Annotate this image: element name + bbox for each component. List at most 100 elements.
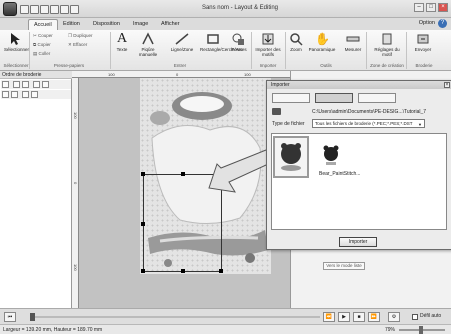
rectangle-button[interactable]: Rectangle/Cercle/Arc	[200, 32, 243, 52]
magnifier-icon	[290, 33, 303, 46]
folder-path: C:\Users\admin\Documents\PE-DESIG...\Tut…	[312, 109, 427, 115]
undo-icon[interactable]	[50, 4, 59, 14]
pan-button[interactable]: ✋ Panoramique	[306, 32, 338, 52]
close-icon[interactable]: ×	[438, 3, 448, 12]
group-label: Importer	[259, 63, 277, 68]
slider-knob[interactable]	[30, 313, 35, 321]
group-icon[interactable]	[13, 81, 20, 88]
move-up-icon[interactable]	[2, 91, 9, 98]
ruler-icon	[346, 36, 360, 42]
help-icon[interactable]: ?	[438, 19, 447, 28]
ribbon: Sélectionner ✂ Couper ⧉ Copier ▤ Coller …	[0, 30, 451, 71]
stitch-icon	[142, 32, 154, 45]
shapes-button[interactable]: Formes	[230, 32, 248, 52]
import-patterns-button[interactable]: Importer des motifs	[254, 32, 282, 57]
tab-disposition[interactable]: Disposition	[88, 19, 125, 30]
open-icon[interactable]	[30, 4, 39, 14]
status-text: Largeur = 139.20 mm, Hauteur = 189.70 mm	[3, 327, 103, 333]
zoom-label: Zoom	[290, 47, 302, 52]
import-button[interactable]: Importer	[339, 237, 377, 247]
import-from-file-button[interactable]	[272, 93, 310, 103]
measure-button[interactable]: Mesurer	[342, 32, 364, 52]
tab-edition[interactable]: Edition	[58, 19, 85, 30]
edit-icon[interactable]	[31, 91, 38, 98]
measure-label: Mesurer	[344, 47, 362, 52]
group-label: Presse-papiers	[53, 63, 85, 68]
folder-icon[interactable]	[272, 108, 281, 115]
paste-button[interactable]: ▤ Coller	[33, 51, 50, 57]
erase-button[interactable]: ✕ Effacer	[68, 42, 87, 48]
save-icon[interactable]	[40, 4, 49, 14]
close-icon[interactable]: ×	[444, 82, 450, 88]
file-type-select[interactable]: Tous les fichiers de broderie (*.PEC;*.P…	[312, 119, 425, 128]
file-type-value: Tous les fichiers de broderie (*.PEC;*.P…	[315, 121, 413, 126]
play-icon[interactable]: ▶	[338, 312, 350, 322]
app-menu-button[interactable]	[3, 2, 17, 16]
pan-label: Panoramique	[308, 47, 336, 52]
move-down-icon[interactable]	[11, 91, 18, 98]
line-zone-label: Ligne/Zone	[170, 47, 194, 52]
slider-knob[interactable]	[419, 326, 423, 334]
window-controls: – □ ×	[414, 3, 448, 12]
status-bar: Largeur = 139.20 mm, Hauteur = 189.70 mm…	[0, 324, 451, 334]
import-from-card-button[interactable]	[358, 93, 396, 103]
import-dialog: Importer × C:\Users\admin\Documents\PE-D…	[266, 80, 451, 250]
progress-slider[interactable]	[30, 313, 320, 321]
group-label: Outils	[320, 63, 332, 68]
cut-button[interactable]: ✂ Couper	[33, 33, 53, 39]
group-label: Entrer	[173, 63, 187, 68]
new-icon[interactable]	[20, 4, 29, 14]
select-label: Sélectionner	[4, 47, 30, 52]
line-zone-button[interactable]: Ligne/Zone	[168, 32, 196, 52]
option-menu[interactable]: Option	[419, 20, 435, 26]
sort-icon[interactable]	[2, 81, 9, 88]
tab-image[interactable]: Image	[128, 19, 153, 30]
line-icon	[175, 33, 189, 45]
manual-stitch-button[interactable]: Piqûre manuelle	[134, 32, 162, 57]
panel-title: Ordre de broderie	[0, 71, 72, 79]
select-button[interactable]: Sélectionner	[4, 32, 30, 52]
maximize-icon[interactable]: □	[426, 3, 436, 12]
paste-label: Coller	[38, 51, 51, 56]
copy-button[interactable]: ⧉ Copier	[33, 42, 51, 47]
pattern-settings-button[interactable]: Réglages du motif	[372, 32, 402, 57]
stitch-order-icon[interactable]	[42, 81, 49, 88]
hand-icon: ✋	[315, 32, 330, 46]
ungroup-icon[interactable]	[22, 81, 29, 88]
zoom-button[interactable]: Zoom	[288, 32, 304, 52]
tab-accueil[interactable]: Accueil	[28, 19, 58, 30]
file-thumbnail[interactable]	[273, 136, 309, 178]
stitch-simulator-bar: ⏮ ⏪ ▶ ■ ⏩ ⚙ Défil auto	[0, 308, 451, 324]
bear-file-icon[interactable]	[320, 142, 342, 168]
text-label: Texte	[116, 47, 128, 52]
zoom-slider[interactable]	[399, 326, 445, 334]
view-icon[interactable]	[22, 91, 29, 98]
cut-label: Couper	[38, 33, 53, 38]
stop-icon[interactable]: ■	[353, 312, 365, 322]
send-button[interactable]: Envoyer	[410, 32, 436, 52]
design-canvas[interactable]	[79, 78, 290, 308]
text-button[interactable]: A Texte	[114, 32, 130, 53]
duplicate-button[interactable]: ❐ Dupliquer	[68, 33, 93, 39]
redo-icon[interactable]	[60, 4, 69, 14]
horizontal-ruler: 100 0 100	[72, 71, 290, 78]
minimize-icon[interactable]: –	[414, 3, 424, 12]
file-name[interactable]: Bear_PaintStitch...	[319, 171, 360, 177]
import-from-folder-button[interactable]	[315, 93, 353, 103]
print-icon[interactable]	[70, 4, 79, 14]
speed-icon[interactable]: ⚙	[388, 312, 400, 322]
title-bar: Sans nom - Layout & Editing – □ ×	[0, 0, 451, 18]
drag-arrow-icon	[208, 147, 278, 193]
color-icon[interactable]	[33, 81, 40, 88]
ruler-label: 0	[176, 72, 179, 77]
rewind-icon[interactable]: ⏮	[4, 312, 16, 322]
import-icon	[262, 33, 274, 45]
list-mode-button[interactable]: Vers le mode liste	[323, 262, 365, 270]
tab-afficher[interactable]: Afficher	[156, 19, 185, 30]
file-list[interactable]: Bear_PaintStitch...	[271, 133, 447, 230]
auto-scroll-checkbox[interactable]	[412, 314, 418, 320]
step-forward-icon[interactable]: ⏩	[368, 312, 380, 322]
step-back-icon[interactable]: ⏪	[323, 312, 335, 322]
pattern-settings-label: Réglages du motif	[374, 47, 400, 57]
duplicate-label: Dupliquer	[73, 33, 93, 38]
